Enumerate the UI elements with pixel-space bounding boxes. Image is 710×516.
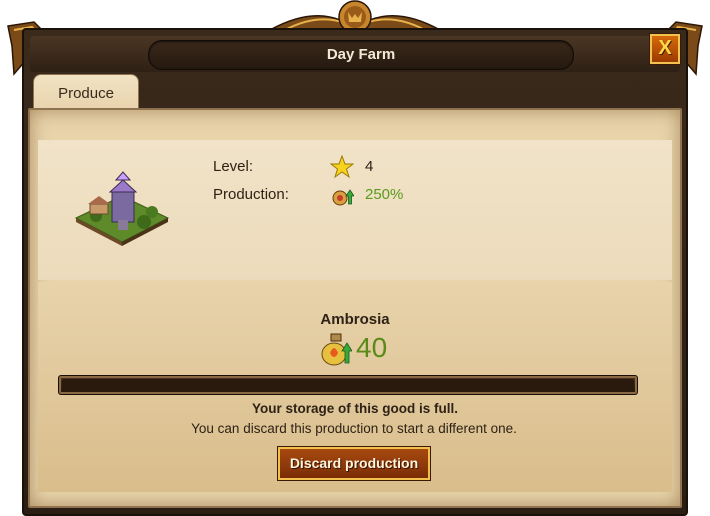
farm-building-icon bbox=[74, 171, 170, 246]
production-label: Production: bbox=[213, 186, 289, 203]
title-bar: Day Farm bbox=[30, 36, 680, 72]
title-plate: Day Farm bbox=[148, 40, 574, 70]
level-label: Level: bbox=[213, 158, 254, 175]
ambrosia-icon bbox=[321, 333, 352, 366]
level-value: 4 bbox=[365, 158, 374, 175]
discard-production-button[interactable]: Discard production bbox=[278, 447, 430, 480]
good-name: Ambrosia bbox=[320, 311, 390, 328]
production-boost-icon bbox=[332, 189, 354, 206]
star-icon bbox=[330, 155, 354, 179]
production-value: 250% bbox=[365, 186, 404, 203]
storage-progress-bar bbox=[58, 375, 638, 395]
tab-produce-label: Produce bbox=[58, 85, 114, 102]
window-title: Day Farm bbox=[326, 46, 396, 63]
discard-hint-message: You can discard this production to start… bbox=[191, 421, 517, 436]
close-button[interactable]: X bbox=[650, 34, 680, 64]
tab-produce[interactable]: Produce bbox=[33, 74, 139, 110]
storage-full-message: Your storage of this good is full. bbox=[251, 401, 458, 416]
good-amount: 40 bbox=[356, 332, 388, 363]
storage-progress-fill bbox=[62, 379, 634, 391]
